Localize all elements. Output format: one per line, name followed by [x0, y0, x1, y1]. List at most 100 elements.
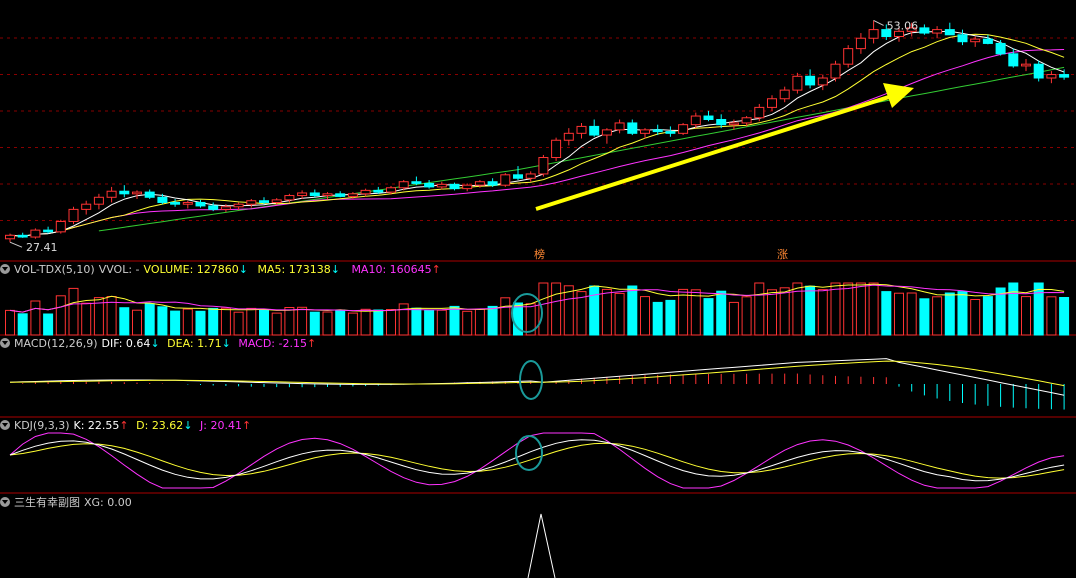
dif-value: DIF: 0.64↓ — [101, 337, 160, 350]
candle-body — [411, 181, 422, 184]
candle-body — [1059, 74, 1070, 78]
collapse-icon[interactable] — [0, 338, 10, 348]
j-line — [9, 432, 1065, 489]
candle-body — [170, 201, 181, 205]
candle-body — [449, 183, 460, 190]
highlight-circle — [519, 360, 543, 400]
volume-bar — [932, 296, 943, 336]
volume-bar — [119, 307, 130, 336]
candle-body — [386, 187, 396, 193]
volume-bar — [601, 288, 612, 336]
volume-bar — [563, 285, 574, 336]
candle-body — [970, 38, 981, 43]
kdj-pane[interactable]: KDJ(9,3,3) K: 22.55↑ D: 23.62↓ J: 20.41↑ — [0, 418, 1076, 494]
candle-body — [500, 174, 511, 186]
volume-bar — [182, 308, 193, 336]
candle-body — [157, 196, 168, 203]
macd-value: MACD: -2.15↑ — [238, 337, 317, 350]
volume-bar — [741, 296, 752, 336]
candle-body — [208, 205, 219, 210]
candle-body — [55, 220, 66, 233]
volume-bar — [132, 309, 142, 336]
volume-bar — [386, 309, 396, 336]
volume-bar — [614, 292, 625, 336]
volume-bar — [982, 296, 993, 336]
collapse-icon[interactable] — [0, 264, 10, 274]
candle-body — [43, 229, 54, 233]
candle-body — [474, 181, 485, 186]
candle-body — [576, 125, 587, 134]
candle-body — [716, 118, 727, 126]
collapse-icon[interactable] — [0, 420, 10, 430]
volume-pane[interactable]: VOL-TDX(5,10) VVOL: - VOLUME: 127860↓ MA5:… — [0, 262, 1076, 336]
candle-body — [919, 27, 930, 34]
volume-bar — [640, 296, 650, 336]
trend-arrow-shaft — [535, 94, 893, 211]
d-value: D: 23.62↓ — [136, 419, 193, 432]
sub-chart[interactable] — [0, 494, 1076, 578]
candle-body — [132, 191, 142, 195]
volume-bar — [843, 282, 854, 336]
volume-bar — [347, 312, 358, 336]
volume-bar — [868, 282, 879, 336]
collapse-icon[interactable] — [0, 497, 10, 507]
candle-body — [995, 42, 1006, 55]
candle-body — [538, 157, 549, 175]
volume-bar — [855, 282, 866, 336]
candle-body — [601, 129, 612, 136]
d-line — [9, 442, 1065, 479]
high-label: 53.06 — [887, 19, 919, 32]
candle-body — [957, 34, 968, 43]
kdj-label: KDJ(9,3,3) — [14, 419, 70, 432]
j-value: J: 20.41↑ — [200, 419, 252, 432]
macd-pane[interactable]: MACD(12,26,9) DIF: 0.64↓ DEA: 1.71↓ MACD:… — [0, 336, 1076, 418]
volume-bar — [271, 312, 282, 336]
volume-bar — [1008, 282, 1019, 336]
candle-body — [347, 193, 358, 197]
volume-bar — [678, 288, 689, 336]
volume-bar — [652, 301, 663, 336]
price-pane[interactable]: 53.06 27.41 榜 涨 — [0, 0, 1076, 262]
volume-bar — [538, 282, 549, 336]
candle-body — [792, 75, 803, 91]
k-value: K: 22.55↑ — [73, 419, 129, 432]
candle-body — [297, 192, 308, 197]
candle-body — [982, 38, 993, 44]
volume-bar — [411, 307, 422, 336]
candle-body — [119, 190, 130, 195]
candle-body — [741, 117, 752, 124]
volume-bar — [17, 313, 28, 336]
candle-body — [335, 193, 346, 197]
volume-bar — [424, 309, 435, 336]
volume-bar — [297, 306, 308, 336]
volume-bar — [881, 291, 892, 336]
volume-bar — [55, 295, 66, 336]
candle-body — [754, 106, 765, 119]
volume-bar — [157, 306, 168, 336]
low-pointer — [9, 241, 23, 248]
candle-body — [487, 181, 498, 186]
volume-bar — [627, 285, 638, 336]
candle-body — [868, 29, 879, 39]
candle-body — [690, 115, 701, 126]
ma5-value: MA5: 173138↓ — [257, 263, 340, 276]
candlestick-chart[interactable]: 53.06 27.41 榜 涨 — [0, 0, 1076, 262]
candle-body — [525, 173, 536, 179]
volume-bar — [995, 287, 1006, 336]
candle-body — [627, 122, 638, 134]
volume-bar — [1033, 282, 1044, 336]
candle-body — [779, 89, 790, 100]
volume-bar — [906, 292, 917, 336]
candle-body — [424, 182, 435, 188]
candle-body — [817, 77, 828, 86]
candle-body — [93, 196, 104, 205]
candle-body — [1008, 53, 1019, 67]
candle-body — [551, 139, 562, 159]
sub-pane[interactable]: 三生有幸副图 XG: 0.00 — [0, 494, 1076, 578]
kdj-header: KDJ(9,3,3) K: 22.55↑ D: 23.62↓ J: 20.41↑ — [0, 419, 255, 433]
volume-bar — [690, 289, 701, 336]
ma10-value: MA10: 160645↑ — [351, 263, 441, 276]
candle-body — [17, 234, 28, 238]
volume-bar — [259, 309, 269, 336]
candle-body — [944, 29, 955, 36]
